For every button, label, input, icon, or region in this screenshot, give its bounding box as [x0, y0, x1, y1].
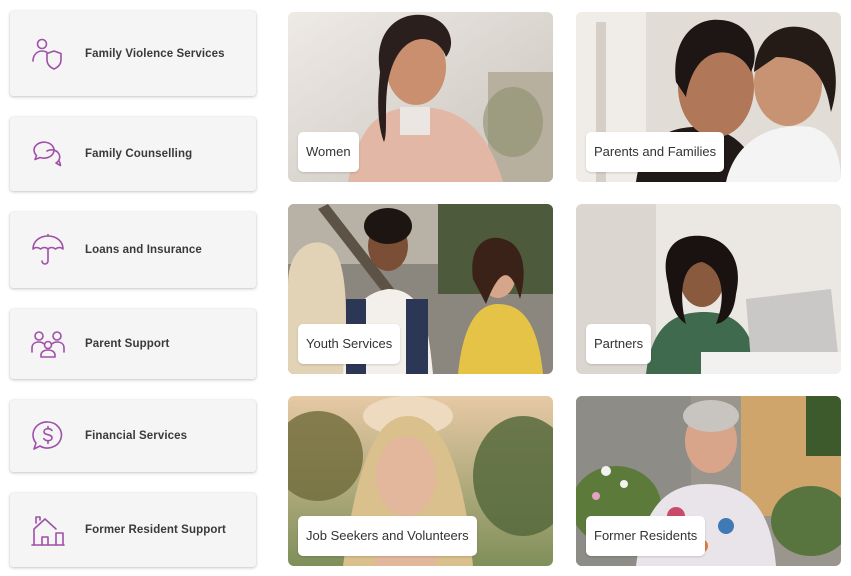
house-icon [28, 510, 68, 550]
service-loans-insurance[interactable]: Loans and Insurance [10, 212, 256, 288]
family-group-icon [28, 324, 68, 364]
card-label: Parents and Families [586, 132, 725, 172]
service-parent-support[interactable]: Parent Support [10, 309, 256, 379]
dollar-speech-bubble-icon [28, 416, 68, 456]
card-women[interactable]: Women [288, 12, 553, 182]
card-label: Former Residents [586, 516, 706, 556]
service-financial[interactable]: Financial Services [10, 400, 256, 472]
service-former-resident[interactable]: Former Resident Support [10, 493, 256, 567]
person-shield-icon [28, 34, 68, 74]
service-label: Family Violence Services [85, 47, 225, 60]
card-partners[interactable]: Partners [576, 204, 841, 374]
umbrella-icon [28, 230, 68, 270]
card-label: Youth Services [298, 324, 401, 364]
card-parents-families[interactable]: Parents and Families [576, 12, 841, 182]
speech-bubbles-icon [28, 134, 68, 174]
service-label: Loans and Insurance [85, 244, 202, 256]
service-label: Family Counselling [85, 148, 193, 160]
card-label: Partners [586, 324, 652, 364]
card-youth-services[interactable]: Youth Services [288, 204, 553, 374]
card-label: Job Seekers and Volunteers [298, 516, 477, 556]
service-family-violence[interactable]: Family Violence Services [10, 11, 256, 96]
service-family-counselling[interactable]: Family Counselling [10, 117, 256, 191]
service-label: Financial Services [85, 430, 188, 442]
card-label: Women [298, 132, 359, 172]
card-job-seekers[interactable]: Job Seekers and Volunteers [288, 396, 553, 566]
service-label: Parent Support [85, 338, 170, 350]
card-former-residents[interactable]: Former Residents [576, 396, 841, 566]
service-label: Former Resident Support [85, 524, 226, 536]
